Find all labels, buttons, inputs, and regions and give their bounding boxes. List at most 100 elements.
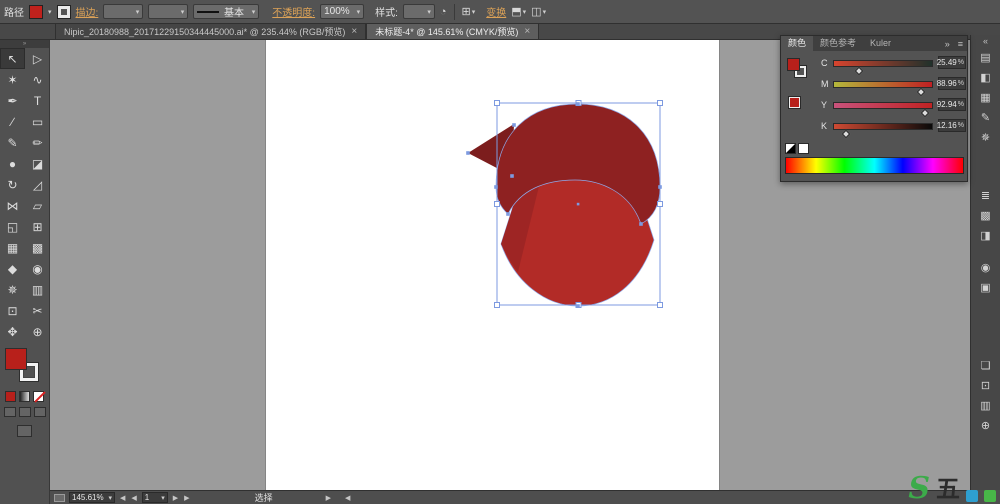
dock-symbols-icon[interactable]: ✵ [974,127,998,147]
tab-close-icon[interactable]: × [524,26,530,37]
blend-tool[interactable]: ◉ [25,258,50,279]
recolor-artwork-icon[interactable]: ◔ [440,6,447,18]
color-mode-swatch[interactable] [5,391,16,402]
tab-color-guide[interactable]: 颜色参考 [813,36,863,51]
scale-tool[interactable]: ◿ [25,174,50,195]
prev-artboard-icon[interactable]: ◀ [130,494,137,502]
line-segment-tool[interactable]: ∕ [0,111,25,132]
magenta-slider-handle[interactable] [917,88,925,96]
black-white-swatch[interactable] [785,143,796,154]
dock-swatches-icon[interactable]: ▦ [974,87,998,107]
align-options-icon[interactable]: ⊞▾ [462,5,476,18]
symbol-sprayer-tool[interactable]: ✵ [0,279,25,300]
gradient-tool[interactable]: ▩ [25,237,50,258]
next-artboard-icon[interactable]: ▶ [172,494,179,502]
width-tool[interactable]: ⋈ [0,195,25,216]
stroke-weight-combo[interactable]: ▾ [103,4,143,19]
magenta-value-field[interactable]: 88.96% [938,77,966,90]
dock-layers-icon[interactable]: ❏ [974,355,998,375]
rectangle-tool[interactable]: ▭ [25,111,50,132]
dock-transparency-icon[interactable]: ◨ [974,225,998,245]
dock-align-icon[interactable]: ▥ [974,395,998,415]
dock-graphic-styles-icon[interactable]: ▣ [974,277,998,297]
lasso-tool[interactable]: ∿ [25,69,50,90]
blob-brush-tool[interactable]: ● [0,153,25,174]
transform-panel-link[interactable]: 变换 [486,4,506,19]
slice-tool[interactable]: ✂ [25,300,50,321]
direct-selection-tool[interactable]: ▷ [25,48,50,69]
dock-artboards-icon[interactable]: ⊡ [974,375,998,395]
hand-tool[interactable]: ✥ [0,321,25,342]
arrange-options-icon[interactable]: ◫▾ [531,5,546,18]
fill-color-swatch[interactable] [29,5,43,19]
black-value-field[interactable]: 12.16% [938,119,966,132]
yellow-slider[interactable] [833,102,933,109]
white-swatch[interactable] [798,143,809,154]
eraser-tool[interactable]: ◪ [25,153,50,174]
magenta-slider[interactable] [833,81,933,88]
pen-tool[interactable]: ✒ [0,90,25,111]
dock-gradient-icon[interactable]: ▩ [974,205,998,225]
paintbrush-tool[interactable]: ✎ [0,132,25,153]
yellow-value-field[interactable]: 92.94% [938,98,966,111]
status-next-icon[interactable]: ▶ [325,494,332,502]
selection-tool[interactable]: ↖ [0,48,25,69]
opacity-panel-link[interactable]: 不透明度: [272,4,315,19]
width-profile-combo[interactable]: ▾ [148,4,188,19]
dock-color-guide-icon[interactable]: ◧ [974,67,998,87]
magic-wand-tool[interactable]: ✶ [0,69,25,90]
shape-mode-options-icon[interactable]: ⬒▾ [511,5,526,18]
perspective-grid-tool[interactable]: ⊞ [25,216,50,237]
cyan-slider-handle[interactable] [854,67,862,75]
stroke-panel-link[interactable]: 描边: [76,4,99,19]
opacity-combo[interactable]: 100%▾ [320,4,364,19]
dock-brushes-icon[interactable]: ✎ [974,107,998,127]
shape-builder-tool[interactable]: ◱ [0,216,25,237]
screen-mode-icon[interactable] [17,425,32,437]
document-tab-2[interactable]: 未标题-4* @ 145.61% (CMYK/预览) × [366,24,539,39]
first-artboard-icon[interactable]: ◀ [119,494,126,502]
fill-proxy-swatch[interactable] [5,348,27,370]
tab-kuler[interactable]: Kuler [863,36,898,51]
tab-close-icon[interactable]: × [351,26,357,37]
brush-definition-combo[interactable]: 基本▾ [193,4,259,19]
document-tab-1[interactable]: Nipic_20180988_20171229150344445000.ai* … [55,24,366,39]
zoom-level-combo[interactable]: 145.61%▾ [69,492,115,503]
artboard-number-combo[interactable]: 1▾ [142,492,168,503]
black-slider-handle[interactable] [842,130,850,138]
style-combo[interactable]: ▾ [403,4,435,19]
last-artboard-icon[interactable]: ▶ [183,494,190,502]
artboard-tool[interactable]: ⊡ [0,300,25,321]
draw-normal-mode-icon[interactable] [4,407,16,417]
black-slider[interactable] [833,123,933,130]
tool-panel-grip[interactable]: » [0,40,49,48]
gradient-mode-swatch[interactable] [19,391,30,402]
pencil-tool[interactable]: ✏ [25,132,50,153]
dock-expand-icon[interactable]: « [971,35,1000,47]
dock-stroke-icon[interactable]: ≣ [974,185,998,205]
dock-color-icon[interactable]: ▤ [974,47,998,67]
status-text: 选择 [255,491,273,504]
yellow-slider-handle[interactable] [921,109,929,117]
panel-expand-icon[interactable]: » [941,39,954,49]
cyan-value-field[interactable]: 25.49% [938,56,966,69]
draw-inside-mode-icon[interactable] [34,407,46,417]
panel-menu-icon[interactable]: ≡ [954,39,967,49]
column-graph-tool[interactable]: ▥ [25,279,50,300]
zoom-tool[interactable]: ⊕ [25,321,50,342]
eyedropper-tool[interactable]: ◆ [0,258,25,279]
rotate-tool[interactable]: ↻ [0,174,25,195]
fill-caret-icon[interactable]: ▾ [48,8,52,16]
cyan-slider[interactable] [833,60,933,67]
draw-behind-mode-icon[interactable] [19,407,31,417]
mesh-tool[interactable]: ▦ [0,237,25,258]
scroll-left-icon[interactable]: ◀ [344,494,351,502]
none-mode-swatch[interactable] [33,391,44,402]
free-transform-tool[interactable]: ▱ [25,195,50,216]
dock-appearance-icon[interactable]: ◉ [974,257,998,277]
tab-color[interactable]: 颜色 [781,36,813,51]
dock-navigator-icon[interactable]: ⊕ [974,415,998,435]
color-spectrum-bar[interactable] [785,157,964,174]
stroke-color-swatch[interactable] [57,5,71,19]
type-tool[interactable]: T [25,90,50,111]
